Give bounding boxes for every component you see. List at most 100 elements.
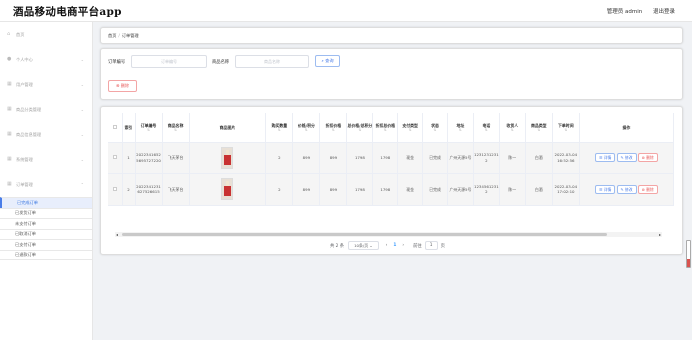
trash-icon: ⊗ xyxy=(115,83,120,88)
col-order-no[interactable]: 订单编号 ⇅ xyxy=(135,113,163,143)
row-actions: ☰ 详情 ✎ 修改 ⊗ 删除 xyxy=(579,142,675,174)
col-qty[interactable]: 购买数量 ⇅ xyxy=(265,113,294,143)
grid-icon: ▦ xyxy=(7,156,12,162)
table-row: 1 20223416525695727220 飞天茅台 2 899 899 17… xyxy=(108,142,675,174)
col-price[interactable]: 价格/积分 ⇅ xyxy=(292,113,321,143)
col-discount-total[interactable]: 折扣总价格 ⇅ xyxy=(372,113,399,143)
sidebar-subitem-shipped[interactable]: 已发货订单 xyxy=(0,207,92,219)
order-no-input[interactable]: 订单编号 xyxy=(131,55,207,68)
horizontal-scrollbar[interactable]: ◂ ▸ xyxy=(115,232,662,237)
sidebar-item-products[interactable]: ▦ 商品信息管理 ⌄ xyxy=(0,122,92,147)
sidebar-item-category[interactable]: ▦ 商品分类管理 ⌄ xyxy=(0,97,92,122)
product-name-input[interactable]: 商品名称 xyxy=(235,55,309,68)
sidebar-subitem-completed[interactable]: 已完成订单 xyxy=(0,197,92,208)
chevron-down-icon: ⌄ xyxy=(80,57,84,62)
sort-icon: ⇅ xyxy=(147,127,150,132)
grid-icon: ▦ xyxy=(7,106,12,112)
sort-icon: ⇅ xyxy=(433,127,437,132)
app-title: 酒品移动电商平台app xyxy=(13,6,122,18)
delete-button[interactable]: ⊗ 删除 xyxy=(108,80,137,92)
detail-button[interactable]: ☰ 详情 xyxy=(595,153,616,163)
chevron-down-icon: ⌄ xyxy=(80,107,84,112)
scroll-right-icon[interactable]: ▸ xyxy=(659,232,661,237)
product-image xyxy=(221,178,234,201)
logout-link[interactable]: 退出登录 xyxy=(653,9,675,15)
detail-button[interactable]: ☰ 详情 xyxy=(595,184,616,194)
breadcrumb-card: 首页 / 订单管理 xyxy=(100,27,683,44)
orders-table: 索引 订单编号 ⇅ 商品名称 ⇅ 商品图片 购买数量 ⇅ 价格/积分 ⇅ 折扣价格 ⇅ 总… xyxy=(108,113,675,206)
chevron-up-icon: ⌃ xyxy=(80,182,84,187)
col-address[interactable]: 地址 ⇅ xyxy=(447,113,474,143)
sort-icon: ⇅ xyxy=(383,127,387,132)
sidebar-item-users[interactable]: ▦ 用户管理 ⌄ xyxy=(0,72,92,97)
sidebar-subitem-paid[interactable]: 已支付订单 xyxy=(0,239,92,250)
edit-button[interactable]: ✎ 修改 xyxy=(616,184,637,194)
page-unit-label: 页 xyxy=(440,243,445,249)
col-time[interactable]: 下单时间 ⇅ xyxy=(552,113,580,143)
page-number[interactable]: 1 xyxy=(393,243,396,248)
col-actions: 操作 xyxy=(579,113,675,143)
sort-icon: ⇅ xyxy=(458,127,462,132)
row-actions: ☰ 详情 ✎ 修改 ⊗ 删除 xyxy=(579,173,675,206)
sort-icon: ⇅ xyxy=(277,127,281,132)
sidebar-subitem-cancelled[interactable]: 已取消订单 xyxy=(0,228,92,240)
col-receiver[interactable]: 收货人 ⇅ xyxy=(499,113,526,143)
detail-icon: ☰ xyxy=(599,186,603,192)
pagination-total: 共 2 条 xyxy=(330,243,345,249)
sidebar-item-orders[interactable]: ▦ 订单管理 ⌃ xyxy=(0,172,92,197)
col-status[interactable]: 状态 ⇅ xyxy=(422,113,448,143)
scrollbar-thumb[interactable] xyxy=(122,233,607,236)
select-all-checkbox[interactable] xyxy=(108,113,123,143)
product-name-label: 商品名称 xyxy=(212,60,230,65)
orders-table-wrap: 索引 订单编号 ⇅ 商品名称 ⇅ 商品图片 购买数量 ⇅ 价格/积分 ⇅ 折扣价格 ⇅ 总… xyxy=(108,113,675,206)
user-icon: ● xyxy=(7,56,12,62)
sidebar-subitem-unpaid[interactable]: 未支付订单 xyxy=(0,218,92,229)
col-type[interactable]: 商品类型 ⇅ xyxy=(525,113,553,143)
sidebar-item-home[interactable]: ⌂ 首页 xyxy=(0,22,92,47)
pagination: 共 2 条 10条/页 ⌄ ‹ 1 › 前往 1 页 xyxy=(330,241,445,250)
trash-icon: ⊗ xyxy=(641,186,645,192)
table-header-row: 索引 订单编号 ⇅ 商品名称 ⇅ 商品图片 购买数量 ⇅ 价格/积分 ⇅ 折扣价格 ⇅ 总… xyxy=(108,113,675,143)
breadcrumb-home[interactable]: 首页 xyxy=(108,33,116,38)
goto-page-input[interactable]: 1 xyxy=(424,241,438,250)
col-image: 商品图片 xyxy=(189,113,267,143)
col-phone[interactable]: 电话 ⇅ xyxy=(473,113,500,143)
grid-icon: ▦ xyxy=(7,81,12,87)
row-delete-button[interactable]: ⊗ 删除 xyxy=(637,153,658,163)
col-product[interactable]: 商品名称 ⇅ xyxy=(162,113,190,143)
detail-icon: ☰ xyxy=(599,155,603,161)
prev-page-button[interactable]: ‹ xyxy=(386,243,388,248)
sidebar-subitem-refunded[interactable]: 已退款订单 xyxy=(0,249,92,260)
top-header: 酒品移动电商平台app 管理员 admin 退出登录 xyxy=(0,0,692,22)
grid-icon: ▦ xyxy=(7,131,12,137)
trash-icon: ⊗ xyxy=(641,155,645,161)
sort-icon: ⇅ xyxy=(304,127,308,132)
row-delete-button[interactable]: ⊗ 删除 xyxy=(637,184,658,194)
goto-label: 前往 xyxy=(413,243,422,249)
sidebar-item-system[interactable]: ▦ 系统管理 ⌄ xyxy=(0,147,92,172)
edit-button[interactable]: ✎ 修改 xyxy=(616,153,637,163)
col-total[interactable]: 总价格/总积分 ⇅ xyxy=(346,113,374,143)
page-size-select[interactable]: 10条/页 ⌄ xyxy=(348,241,379,250)
scroll-left-icon[interactable]: ◂ xyxy=(116,232,118,237)
admin-label: 管理员 admin xyxy=(606,9,643,15)
row-checkbox[interactable] xyxy=(108,142,123,174)
edit-icon: ✎ xyxy=(620,186,624,192)
side-scroll-handle[interactable] xyxy=(686,240,691,268)
edit-icon: ✎ xyxy=(620,155,624,161)
chevron-down-icon: ⌄ xyxy=(80,157,84,162)
sort-icon: ⇅ xyxy=(564,127,568,132)
search-button[interactable]: ⌕ 查询 xyxy=(315,55,340,67)
sort-icon: ⇅ xyxy=(510,127,514,132)
row-checkbox[interactable] xyxy=(108,173,123,206)
sort-icon: ⇅ xyxy=(358,127,362,132)
col-discount[interactable]: 折扣价格 ⇅ xyxy=(319,113,348,143)
sort-icon: ⇅ xyxy=(484,127,488,132)
sort-icon: ⇅ xyxy=(408,127,412,132)
breadcrumb-current: 订单管理 xyxy=(121,33,139,38)
chevron-down-icon: ⌄ xyxy=(80,132,84,137)
sidebar-item-profile[interactable]: ● 个人中心 ⌄ xyxy=(0,47,92,72)
sidebar: ⌂ 首页 ● 个人中心 ⌄ ▦ 用户管理 ⌄ ▦ 商品分类管理 ⌄ ▦ 商品信息管理 ⌄ ▦ 系统管… xyxy=(0,22,93,340)
next-page-button[interactable]: › xyxy=(402,243,404,248)
col-pay-type[interactable]: 支付类型 ⇅ xyxy=(397,113,424,143)
